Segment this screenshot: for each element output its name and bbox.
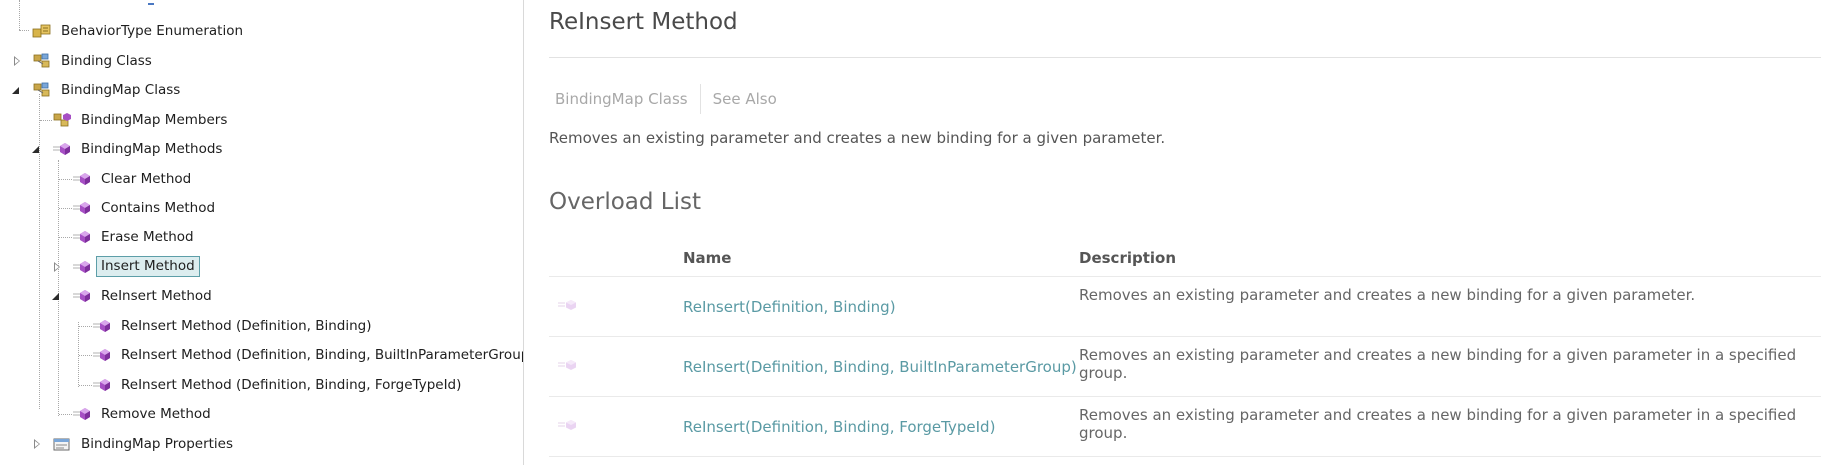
overload-description: Removes an existing parameter and create… (1079, 396, 1821, 457)
column-header-icon (549, 240, 683, 277)
overload-list-heading: Overload List (549, 189, 701, 215)
overload-link[interactable]: ReInsert(Definition, Binding, BuiltInPar… (683, 336, 1079, 397)
tree-item-label: ReInsert Method (Definition, Binding, Fo… (121, 377, 462, 393)
collapse-toggle-icon[interactable] (12, 87, 19, 94)
content-pane: ReInsert Method BindingMap Class See Also… (524, 0, 1821, 465)
tree-item-label: ReInsert Method (Definition, Binding) (121, 318, 372, 334)
overload-description: Removes an existing parameter and create… (1079, 276, 1821, 337)
tab-see-also[interactable]: See Also (707, 86, 783, 112)
column-header-name: Name (683, 240, 1079, 277)
tree-item-label: Erase Method (101, 229, 194, 245)
overload-link[interactable]: ReInsert(Definition, Binding, ForgeTypeI… (683, 396, 1079, 457)
expand-toggle-icon[interactable] (34, 439, 40, 449)
table-header-row: Name Description (549, 240, 1821, 277)
method-icon (72, 229, 92, 245)
toc-tree: BehaviorType Enumeration Binding Class B… (0, 0, 524, 465)
tree-item-label: BehaviorType Enumeration (61, 23, 244, 39)
tree-item-remove-method[interactable]: Remove Method (0, 401, 523, 427)
enumeration-icon (32, 23, 52, 39)
public-method-icon (557, 418, 579, 432)
method-icon (72, 406, 92, 422)
page-title: ReInsert Method (549, 9, 738, 35)
tree-item-behaviortype-enumeration[interactable]: BehaviorType Enumeration (0, 18, 523, 44)
tree-item-label: BindingMap Methods (81, 141, 223, 157)
tree-item-binding-class[interactable]: Binding Class (0, 48, 523, 74)
cut-off-icon (148, 0, 154, 5)
tree-item-reinsert-method[interactable]: ReInsert Method (0, 283, 523, 309)
tree-item-clear-method[interactable]: Clear Method (0, 166, 523, 192)
tree-item-reinsert-overload[interactable]: ReInsert Method (Definition, Binding, Bu… (0, 342, 523, 368)
tree-item-label: Insert Method (96, 256, 200, 277)
table-row: ReInsert(Definition, Binding, ForgeTypeI… (549, 396, 1821, 457)
expand-toggle-icon[interactable] (54, 262, 60, 272)
tree-item-bindingmap-class[interactable]: BindingMap Class (0, 77, 523, 103)
tree-item-label: Contains Method (101, 200, 216, 216)
tree-item-label: BindingMap Properties (81, 436, 234, 452)
tree-item-label: Binding Class (61, 53, 152, 69)
public-method-icon (557, 358, 579, 372)
method-icon (92, 347, 112, 363)
class-icon (32, 82, 52, 98)
tree-item-reinsert-overload[interactable]: ReInsert Method (Definition, Binding) (0, 313, 523, 339)
tab-bindingmap-class[interactable]: BindingMap Class (549, 86, 694, 112)
tree-item-reinsert-overload[interactable]: ReInsert Method (Definition, Binding, Fo… (0, 372, 523, 398)
method-icon (72, 288, 92, 304)
tree-item-insert-method[interactable]: Insert Method (0, 254, 523, 280)
collapse-toggle-icon[interactable] (52, 293, 59, 300)
table-row: ReInsert(Definition, Binding, BuiltInPar… (549, 336, 1821, 397)
tree-item-label: ReInsert Method (101, 288, 212, 304)
tab-divider (699, 84, 701, 114)
properties-icon (52, 436, 72, 452)
tree-item-label: Clear Method (101, 171, 192, 187)
public-method-icon (557, 298, 579, 312)
tree-item-label: Remove Method (101, 406, 211, 422)
collapse-toggle-icon[interactable] (32, 146, 39, 153)
method-icon (72, 259, 92, 275)
class-icon (32, 53, 52, 69)
title-divider (549, 57, 1821, 58)
page-tabs: BindingMap Class See Also (549, 84, 783, 114)
overload-table: Name Description ReInsert(Definition, Bi… (549, 240, 1821, 457)
tree-item-bindingmap-members[interactable]: BindingMap Members (0, 107, 523, 133)
tree-item-label: ReInsert Method (Definition, Binding, Bu… (121, 347, 524, 363)
members-icon (52, 112, 72, 128)
overload-description: Removes an existing parameter and create… (1079, 336, 1821, 397)
tree-item-erase-method[interactable]: Erase Method (0, 224, 523, 250)
table-row: ReInsert(Definition, Binding) Removes an… (549, 276, 1821, 337)
method-icon (92, 377, 112, 393)
tree-item-bindingmap-methods[interactable]: BindingMap Methods (0, 136, 523, 162)
expand-toggle-icon[interactable] (14, 56, 20, 66)
tree-item-bindingmap-properties[interactable]: BindingMap Properties (0, 431, 523, 457)
tree-item-label: BindingMap Class (61, 82, 181, 98)
method-icon (52, 141, 72, 157)
method-icon (92, 318, 112, 334)
column-header-description: Description (1079, 240, 1821, 277)
method-icon (72, 200, 92, 216)
tree-item-contains-method[interactable]: Contains Method (0, 195, 523, 221)
tree-item-label: BindingMap Members (81, 112, 228, 128)
summary-text: Removes an existing parameter and create… (549, 129, 1166, 147)
method-icon (72, 171, 92, 187)
overload-link[interactable]: ReInsert(Definition, Binding) (683, 276, 1079, 337)
